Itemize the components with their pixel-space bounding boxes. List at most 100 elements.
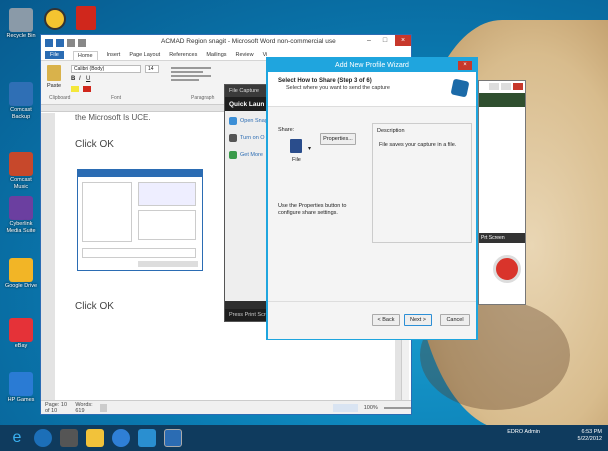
wizard-header: Select How to Share (Step 3 of 6) Select… — [268, 72, 476, 107]
desktop-icon[interactable]: Google Drive — [4, 258, 38, 290]
quick-access-toolbar — [45, 38, 86, 47]
description-box: Description File saves your capture in a… — [372, 123, 472, 243]
desktop-icon-image — [9, 196, 33, 220]
desktop-icon[interactable]: Cyberlink Media Suite — [4, 196, 38, 235]
clock-date[interactable]: 5/22/2012 — [578, 436, 602, 442]
word-app-icon — [45, 38, 53, 47]
tab-mailings[interactable]: Mailings — [206, 52, 226, 58]
wizard-footer: < Back Next > Cancel — [268, 301, 476, 339]
desktop-icon-label: Recycle Bin — [6, 33, 36, 39]
wizard-titlebar: Add New Profile Wizard × — [268, 59, 476, 72]
file-explorer-icon[interactable] — [86, 429, 104, 447]
user-name[interactable]: EDRO Admin — [507, 429, 540, 435]
embedded-dialog-screenshot — [77, 169, 203, 271]
editor-minimize-button[interactable] — [489, 83, 499, 90]
desktop-icon[interactable]: Comcast Music — [4, 152, 38, 191]
acrobat-icon[interactable] — [76, 6, 96, 30]
taskbar: e EDRO Admin 6:53 PM 5/22/2012 — [0, 425, 608, 451]
desktop-icon-image — [9, 82, 33, 106]
properties-button[interactable]: Properties... — [320, 133, 356, 145]
desktop-icon-image — [9, 318, 33, 342]
word-title: ACMAD Region snagit - Microsoft Word non… — [161, 38, 336, 45]
minimize-button[interactable]: – — [361, 35, 377, 46]
editor-toolbar[interactable] — [479, 93, 525, 107]
wizard-heading: Select How to Share (Step 3 of 6) — [278, 78, 372, 84]
cancel-button[interactable]: Cancel — [440, 314, 470, 326]
word-statusbar: Page: 10 of 10 Words: 619 100% — [41, 400, 411, 414]
next-button[interactable]: Next > — [404, 314, 432, 326]
system-tray: EDRO Admin 6:53 PM 5/22/2012 — [507, 429, 602, 443]
browser-icon[interactable] — [44, 8, 66, 30]
group-font: Font — [111, 95, 122, 101]
desktop-icon[interactable]: Recycle Bin — [4, 8, 38, 40]
view-buttons[interactable] — [333, 403, 358, 412]
paste-icon[interactable] — [47, 65, 61, 81]
close-button[interactable]: × — [395, 35, 411, 46]
clock-time[interactable]: 6:53 PM — [582, 429, 602, 435]
capture-button[interactable] — [493, 255, 521, 283]
desktop-icon-label: eBay — [14, 343, 28, 349]
underline-button[interactable]: U — [86, 76, 90, 82]
share-dropdown-arrow-icon[interactable]: ▾ — [308, 145, 311, 152]
undo-icon[interactable] — [67, 38, 75, 47]
desktop-icon[interactable]: Comcast Backup — [4, 82, 38, 121]
tab-review[interactable]: Review — [236, 52, 254, 58]
hp-icon[interactable] — [34, 429, 52, 447]
word-taskbar-icon[interactable] — [164, 429, 182, 447]
desktop-icon[interactable]: HP Games — [4, 372, 38, 404]
snagit-taskbar-icon[interactable] — [138, 429, 156, 447]
desktop-icon-label: Cyberlink Media Suite — [6, 221, 36, 234]
people-icon — [229, 151, 237, 159]
word-count[interactable]: Words: 619 — [75, 402, 94, 414]
font-size-select[interactable]: 14 — [145, 65, 159, 73]
editor-maximize-button[interactable] — [501, 83, 511, 90]
prt-screen-label: Prt Screen — [479, 233, 525, 243]
zoom-level[interactable]: 100% — [364, 405, 378, 411]
desktop-icon-image — [9, 8, 33, 32]
click-ok-text-2: Click OK — [75, 301, 114, 312]
zoom-slider[interactable] — [383, 406, 411, 409]
click-ok-text-1: Click OK — [75, 139, 114, 150]
highlight-icon[interactable] — [71, 86, 79, 92]
tab-file[interactable]: File — [45, 51, 64, 59]
wizard-close-button[interactable]: × — [458, 61, 472, 70]
bold-button[interactable]: B — [71, 76, 75, 82]
tab-page-layout[interactable]: Page Layout — [129, 52, 160, 58]
tablet-icon[interactable] — [60, 429, 78, 447]
ie-icon[interactable]: e — [8, 429, 26, 447]
snagit-editor-window: Prt Screen — [478, 80, 526, 305]
description-label: Description — [377, 128, 405, 134]
wizard-title: Add New Profile Wizard — [335, 62, 409, 69]
wizard-body: Share: ▾ File Properties... Description … — [268, 107, 476, 301]
group-paragraph: Paragraph — [191, 95, 215, 101]
tab-home[interactable]: Home — [72, 50, 98, 60]
open-icon — [229, 117, 237, 125]
file-share-icon[interactable] — [290, 139, 302, 153]
tab-insert[interactable]: Insert — [107, 52, 121, 58]
font-name-select[interactable]: Calibri (Body) — [71, 65, 141, 73]
word-titlebar: ACMAD Region snagit - Microsoft Word non… — [41, 35, 411, 50]
group-clipboard: Clipboard — [49, 95, 71, 101]
page-count[interactable]: Page: 10 of 10 — [45, 402, 69, 414]
desktop-icon-label: Comcast Music — [10, 177, 32, 190]
font-color-icon[interactable] — [83, 86, 91, 92]
chrome-icon[interactable] — [112, 429, 130, 447]
partial-line: the Microsoft Is UCE. — [75, 113, 151, 122]
desktop-icon-label: Google Drive — [4, 283, 38, 289]
desktop-icon-image — [9, 152, 33, 176]
desktop-icon-label: HP Games — [7, 397, 35, 403]
save-icon[interactable] — [56, 38, 64, 47]
desktop-icon-image — [9, 258, 33, 282]
desktop-icon[interactable]: eBay — [4, 318, 38, 350]
maximize-button[interactable]: □ — [377, 35, 393, 46]
back-button[interactable]: < Back — [372, 314, 400, 326]
italic-button[interactable]: I — [79, 76, 81, 82]
redo-icon[interactable] — [78, 38, 86, 47]
paste-label[interactable]: Paste — [47, 83, 61, 89]
paragraph-tools[interactable] — [171, 65, 219, 91]
tab-references[interactable]: References — [169, 52, 197, 58]
description-text: File saves your capture in a file. — [379, 142, 457, 148]
proofing-icon[interactable] — [100, 403, 108, 412]
file-label: File — [292, 157, 301, 163]
editor-close-button[interactable] — [513, 83, 523, 90]
